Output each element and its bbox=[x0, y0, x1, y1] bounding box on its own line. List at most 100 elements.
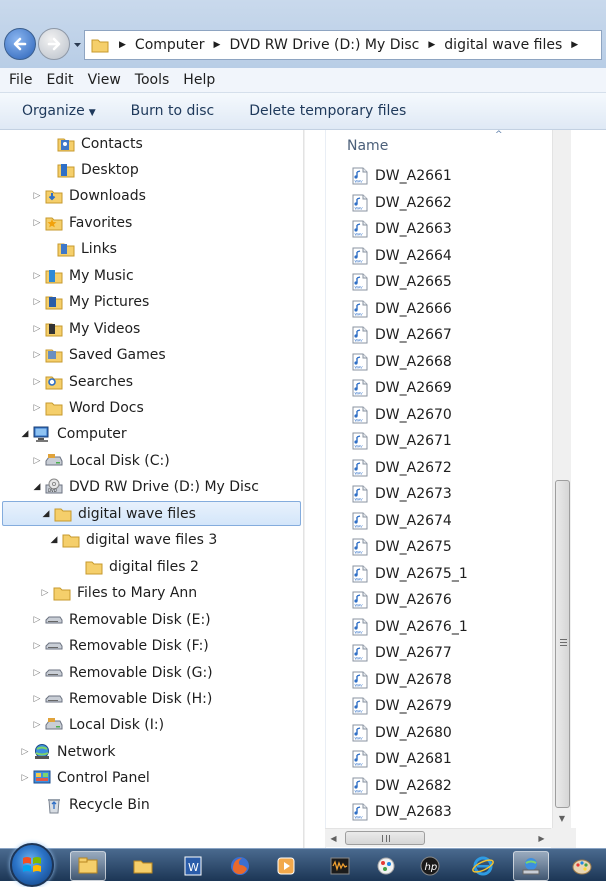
collapse-arrow-icon[interactable]: ◢ bbox=[20, 429, 30, 439]
nav-item-my-music[interactable]: ▷ My Music bbox=[0, 263, 134, 288]
breadcrumb-separator-icon[interactable]: ▶ bbox=[567, 40, 582, 50]
file-explorer-taskbar-button[interactable] bbox=[70, 851, 106, 881]
file-item[interactable]: WAV DW_A2663 bbox=[352, 216, 452, 242]
file-item[interactable]: WAV DW_A2677 bbox=[352, 640, 452, 666]
nav-item-removable-disk-e[interactable]: ▷ Removable Disk (E:) bbox=[0, 607, 211, 632]
nav-item-recycle-bin[interactable]: Recycle Bin bbox=[0, 792, 150, 817]
horizontal-scrollbar-thumb[interactable] bbox=[345, 831, 425, 845]
nav-item-favorites[interactable]: ▷ Favorites bbox=[0, 210, 133, 235]
expand-arrow-icon[interactable]: ▷ bbox=[32, 297, 42, 307]
expand-arrow-icon[interactable]: ▷ bbox=[32, 694, 42, 704]
breadcrumb-separator-icon[interactable]: ▶ bbox=[424, 40, 439, 50]
nav-item-local-disk-i[interactable]: ▷ Local Disk (I:) bbox=[0, 713, 165, 738]
expand-arrow-icon[interactable]: ▷ bbox=[32, 456, 42, 466]
expand-arrow-icon[interactable]: ▷ bbox=[20, 773, 30, 783]
expand-arrow-icon[interactable]: ▷ bbox=[32, 324, 42, 334]
burn-to-disc-button[interactable]: Burn to disc bbox=[131, 103, 215, 119]
breadcrumb-computer[interactable]: Computer bbox=[130, 37, 210, 53]
forward-button[interactable] bbox=[38, 28, 70, 60]
collapse-arrow-icon[interactable]: ◢ bbox=[49, 535, 59, 545]
nav-item-desktop[interactable]: Desktop bbox=[0, 157, 139, 182]
expand-arrow-icon[interactable]: ▷ bbox=[20, 747, 30, 757]
file-item[interactable]: WAV DW_A2665 bbox=[352, 269, 452, 295]
scrollbar-thumb[interactable] bbox=[555, 480, 570, 808]
file-item[interactable]: WAV DW_A2676_1 bbox=[352, 614, 468, 640]
media-player-taskbar-button[interactable] bbox=[268, 851, 304, 881]
file-item[interactable]: WAV DW_A2682 bbox=[352, 773, 452, 799]
file-item[interactable]: WAV DW_A2674 bbox=[352, 508, 452, 534]
file-item[interactable]: WAV DW_A2662 bbox=[352, 190, 452, 216]
nav-item-digital-wave-files[interactable]: ◢ digital wave files bbox=[2, 501, 301, 527]
file-item[interactable]: WAV DW_A2675_1 bbox=[352, 561, 468, 587]
nav-item-network[interactable]: ▷ Network bbox=[0, 739, 115, 764]
start-button[interactable] bbox=[10, 843, 54, 887]
menu-view[interactable]: View bbox=[88, 72, 121, 88]
expand-arrow-icon[interactable]: ▷ bbox=[32, 191, 42, 201]
collapse-arrow-icon[interactable]: ◢ bbox=[32, 482, 42, 492]
nav-item-dvd-rw-drive-d-my-disc[interactable]: ◢ DVD DVD RW Drive (D:) My Disc bbox=[0, 475, 259, 500]
expand-arrow-icon[interactable]: ▷ bbox=[32, 218, 42, 228]
nav-item-saved-games[interactable]: ▷ Saved Games bbox=[0, 343, 166, 368]
menu-edit[interactable]: Edit bbox=[46, 72, 73, 88]
file-item[interactable]: WAV DW_A2666 bbox=[352, 296, 452, 322]
scroll-down-icon[interactable]: ▼ bbox=[304, 830, 305, 847]
folder-taskbar-button[interactable] bbox=[125, 851, 161, 881]
hp-taskbar-button[interactable]: hp bbox=[412, 851, 448, 881]
breadcrumb-dvd-drive[interactable]: DVD RW Drive (D:) My Disc bbox=[224, 37, 424, 53]
file-item[interactable]: WAV DW_A2671 bbox=[352, 428, 452, 454]
scroll-up-icon[interactable]: ▲ bbox=[304, 130, 305, 147]
nav-item-word-docs[interactable]: ▷ Word Docs bbox=[0, 396, 144, 421]
breadcrumb[interactable]: ▶ Computer ▶ DVD RW Drive (D:) My Disc ▶… bbox=[84, 30, 602, 60]
scroll-left-icon[interactable]: ◀ bbox=[325, 829, 342, 848]
expand-arrow-icon[interactable]: ▷ bbox=[32, 350, 42, 360]
nav-item-my-videos[interactable]: ▷ My Videos bbox=[0, 316, 141, 341]
file-item[interactable]: WAV DW_A2675 bbox=[352, 534, 452, 560]
expand-arrow-icon[interactable]: ▷ bbox=[32, 668, 42, 678]
paint-palette-taskbar-button[interactable] bbox=[564, 851, 600, 881]
nav-item-removable-disk-g[interactable]: ▷ Removable Disk (G:) bbox=[0, 660, 213, 685]
nav-item-digital-wave-files-3[interactable]: ◢ digital wave files 3 bbox=[0, 528, 218, 553]
file-item[interactable]: WAV DW_A2661 bbox=[352, 163, 452, 189]
scroll-down-icon[interactable]: ▼ bbox=[553, 810, 571, 827]
column-header-name[interactable]: Name bbox=[326, 130, 556, 162]
nav-item-searches[interactable]: ▷ Searches bbox=[0, 369, 133, 394]
nav-item-links[interactable]: Links bbox=[0, 237, 117, 262]
organize-button[interactable]: Organize ▼ bbox=[22, 103, 96, 119]
back-button[interactable] bbox=[4, 28, 36, 60]
file-item[interactable]: WAV DW_A2681 bbox=[352, 746, 452, 772]
nav-item-removable-disk-f[interactable]: ▷ Removable Disk (F:) bbox=[0, 634, 209, 659]
paint-taskbar-button[interactable] bbox=[368, 851, 404, 881]
scroll-up-icon[interactable] bbox=[553, 130, 571, 147]
expand-arrow-icon[interactable]: ▷ bbox=[40, 588, 50, 598]
breadcrumb-separator-icon[interactable]: ▶ bbox=[210, 40, 225, 50]
file-item[interactable]: WAV DW_A2673 bbox=[352, 481, 452, 507]
word-taskbar-button[interactable]: W bbox=[175, 851, 211, 881]
collapse-arrow-icon[interactable]: ◢ bbox=[41, 509, 51, 519]
recent-pages-dropdown-icon[interactable] bbox=[73, 40, 82, 49]
nav-item-local-disk-c[interactable]: ▷ Local Disk (C:) bbox=[0, 448, 170, 473]
file-item[interactable]: WAV DW_A2669 bbox=[352, 375, 452, 401]
expand-arrow-icon[interactable]: ▷ bbox=[32, 720, 42, 730]
delete-temporary-files-button[interactable]: Delete temporary files bbox=[249, 103, 406, 119]
file-item[interactable]: WAV DW_A2680 bbox=[352, 720, 452, 746]
nav-item-contacts[interactable]: Contacts bbox=[0, 131, 143, 156]
nav-item-my-pictures[interactable]: ▷ My Pictures bbox=[0, 290, 150, 315]
menu-help[interactable]: Help bbox=[183, 72, 215, 88]
file-item[interactable]: WAV DW_A2679 bbox=[352, 693, 452, 719]
menu-file[interactable]: File bbox=[9, 72, 32, 88]
file-list-horizontal-scrollbar[interactable]: ◀ ▶ bbox=[325, 828, 551, 847]
file-item[interactable]: WAV DW_A2664 bbox=[352, 243, 452, 269]
expand-arrow-icon[interactable]: ▷ bbox=[32, 271, 42, 281]
audacity-taskbar-button[interactable] bbox=[322, 851, 358, 881]
expand-arrow-icon[interactable]: ▷ bbox=[32, 641, 42, 651]
file-item[interactable]: WAV DW_A2668 bbox=[352, 349, 452, 375]
breadcrumb-separator-icon[interactable]: ▶ bbox=[115, 40, 130, 50]
nav-item-downloads[interactable]: ▷ Downloads bbox=[0, 184, 146, 209]
file-item[interactable]: WAV DW_A2667 bbox=[352, 322, 452, 348]
nav-item-control-panel[interactable]: ▷ Control Panel bbox=[0, 766, 150, 791]
expand-arrow-icon[interactable]: ▷ bbox=[32, 377, 42, 387]
menu-tools[interactable]: Tools bbox=[135, 72, 170, 88]
file-item[interactable]: WAV DW_A2676 bbox=[352, 587, 452, 613]
nav-item-digital-files-2[interactable]: digital files 2 bbox=[0, 554, 199, 579]
internet-explorer-taskbar-button[interactable] bbox=[465, 851, 501, 881]
